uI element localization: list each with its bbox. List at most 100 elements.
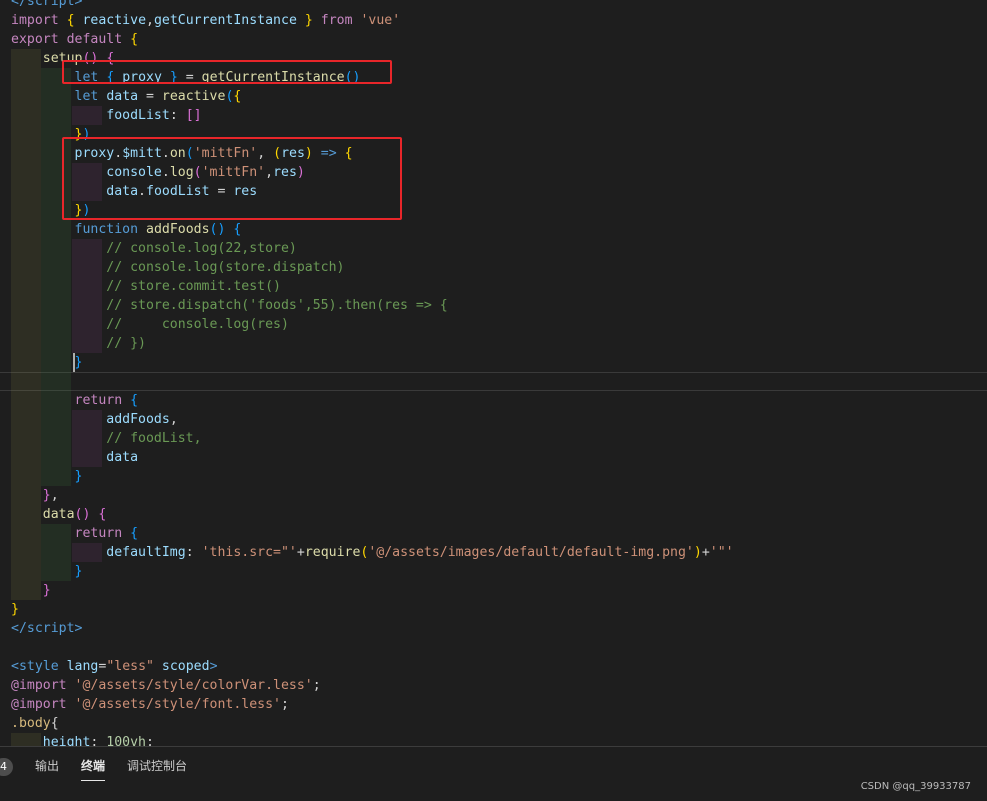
- code-token: {: [50, 716, 59, 731]
- code-token: proxy: [74, 146, 115, 161]
- code-line[interactable]: data() {: [0, 505, 987, 524]
- tab-debug-console[interactable]: 调试控制台: [127, 757, 187, 775]
- code-token: scoped: [161, 659, 210, 674]
- code-token: {: [66, 13, 75, 28]
- code-line[interactable]: return {: [0, 391, 987, 410]
- code-editor[interactable]: </script> import { reactive,getCurrentIns…: [0, 0, 987, 746]
- code-line[interactable]: // }): [0, 334, 987, 353]
- code-line[interactable]: @import '@/assets/style/colorVar.less';: [0, 676, 987, 695]
- code-token: ): [82, 203, 91, 218]
- code-line[interactable]: <style lang="less" scoped>: [0, 657, 987, 676]
- code-token: >: [209, 659, 218, 674]
- code-line[interactable]: let { proxy } = getCurrentInstance(): [0, 68, 987, 87]
- code-line[interactable]: // store.commit.test(): [0, 277, 987, 296]
- code-token: </: [11, 0, 27, 9]
- code-token: :: [90, 735, 107, 746]
- code-token: return: [74, 393, 123, 408]
- code-token: '"': [709, 545, 734, 560]
- code-token: }: [169, 70, 178, 85]
- code-token: default: [66, 32, 123, 47]
- code-token: defaultImg: [106, 545, 186, 560]
- code-token: // console.log(res): [106, 317, 289, 332]
- code-token: function: [74, 222, 139, 237]
- code-line[interactable]: }: [0, 353, 987, 372]
- code-line[interactable]: setup() {: [0, 49, 987, 68]
- code-line[interactable]: }): [0, 125, 987, 144]
- code-line[interactable]: defaultImg: 'this.src="'+require('@/asse…: [0, 543, 987, 562]
- code-line[interactable]: [0, 372, 987, 391]
- code-token: ): [304, 146, 313, 161]
- code-line[interactable]: // console.log(store.dispatch): [0, 258, 987, 277]
- problems-count-badge[interactable]: 4: [0, 758, 13, 776]
- code-line[interactable]: height: 100vh;: [0, 733, 987, 746]
- code-line[interactable]: export default {: [0, 30, 987, 49]
- indent-guide: [41, 372, 71, 391]
- code-token: // foodList,: [106, 431, 202, 446]
- code-line[interactable]: // console.log(res): [0, 315, 987, 334]
- code-line[interactable]: // store.dispatch('foods',55).then(res =…: [0, 296, 987, 315]
- code-token: ;: [146, 735, 154, 746]
- tab-terminal[interactable]: 终端: [81, 757, 106, 781]
- code-line[interactable]: }): [0, 201, 987, 220]
- code-token: console: [106, 165, 162, 180]
- code-token: @import: [11, 697, 67, 712]
- code-line[interactable]: console.log('mittFn',res): [0, 163, 987, 182]
- code-line[interactable]: }: [0, 581, 987, 600]
- code-line[interactable]: data.foodList = res: [0, 182, 987, 201]
- code-line[interactable]: data: [0, 448, 987, 467]
- code-token: height: [42, 735, 91, 746]
- code-token: data: [106, 184, 139, 199]
- code-token: (: [193, 165, 202, 180]
- code-token: {: [98, 507, 107, 522]
- code-line[interactable]: foodList: []: [0, 106, 987, 125]
- code-line[interactable]: // console.log(22,store): [0, 239, 987, 258]
- code-token: }: [74, 469, 83, 484]
- code-token: ): [296, 165, 305, 180]
- code-token: 'vue': [360, 13, 401, 28]
- code-line[interactable]: import { reactive,getCurrentInstance } f…: [0, 11, 987, 30]
- code-line[interactable]: let data = reactive({: [0, 87, 987, 106]
- tab-output[interactable]: 输出: [35, 757, 59, 775]
- code-line[interactable]: }: [0, 600, 987, 619]
- code-line[interactable]: </script>: [0, 0, 987, 11]
- code-token: :: [169, 108, 186, 123]
- code-token: import: [11, 13, 59, 28]
- code-line[interactable]: }: [0, 467, 987, 486]
- code-line[interactable]: .body{: [0, 714, 987, 733]
- text-cursor: [73, 353, 75, 372]
- code-token: </: [11, 621, 27, 636]
- code-token: from: [320, 13, 353, 28]
- code-line[interactable]: },: [0, 486, 987, 505]
- code-line[interactable]: function addFoods() {: [0, 220, 987, 239]
- code-line[interactable]: return {: [0, 524, 987, 543]
- code-line[interactable]: proxy.$mitt.on('mittFn', (res) => {: [0, 144, 987, 163]
- code-line[interactable]: addFoods,: [0, 410, 987, 429]
- code-token: script: [26, 0, 75, 9]
- code-token: res: [233, 184, 258, 199]
- code-line[interactable]: @import '@/assets/style/font.less';: [0, 695, 987, 714]
- code-line[interactable]: }: [0, 562, 987, 581]
- code-token: 'this.src="': [201, 545, 297, 560]
- code-line[interactable]: // foodList,: [0, 429, 987, 448]
- code-token: >: [74, 0, 83, 9]
- code-token: ,: [169, 412, 178, 427]
- code-token: 'mittFn': [201, 165, 266, 180]
- code-line[interactable]: </script>: [0, 619, 987, 638]
- code-token: {: [130, 526, 139, 541]
- code-token: @import: [11, 678, 67, 693]
- code-token: res: [273, 165, 297, 180]
- code-line[interactable]: [0, 638, 987, 657]
- code-token: data: [106, 89, 139, 104]
- code-token: (): [344, 70, 361, 85]
- code-token: ,: [146, 13, 154, 28]
